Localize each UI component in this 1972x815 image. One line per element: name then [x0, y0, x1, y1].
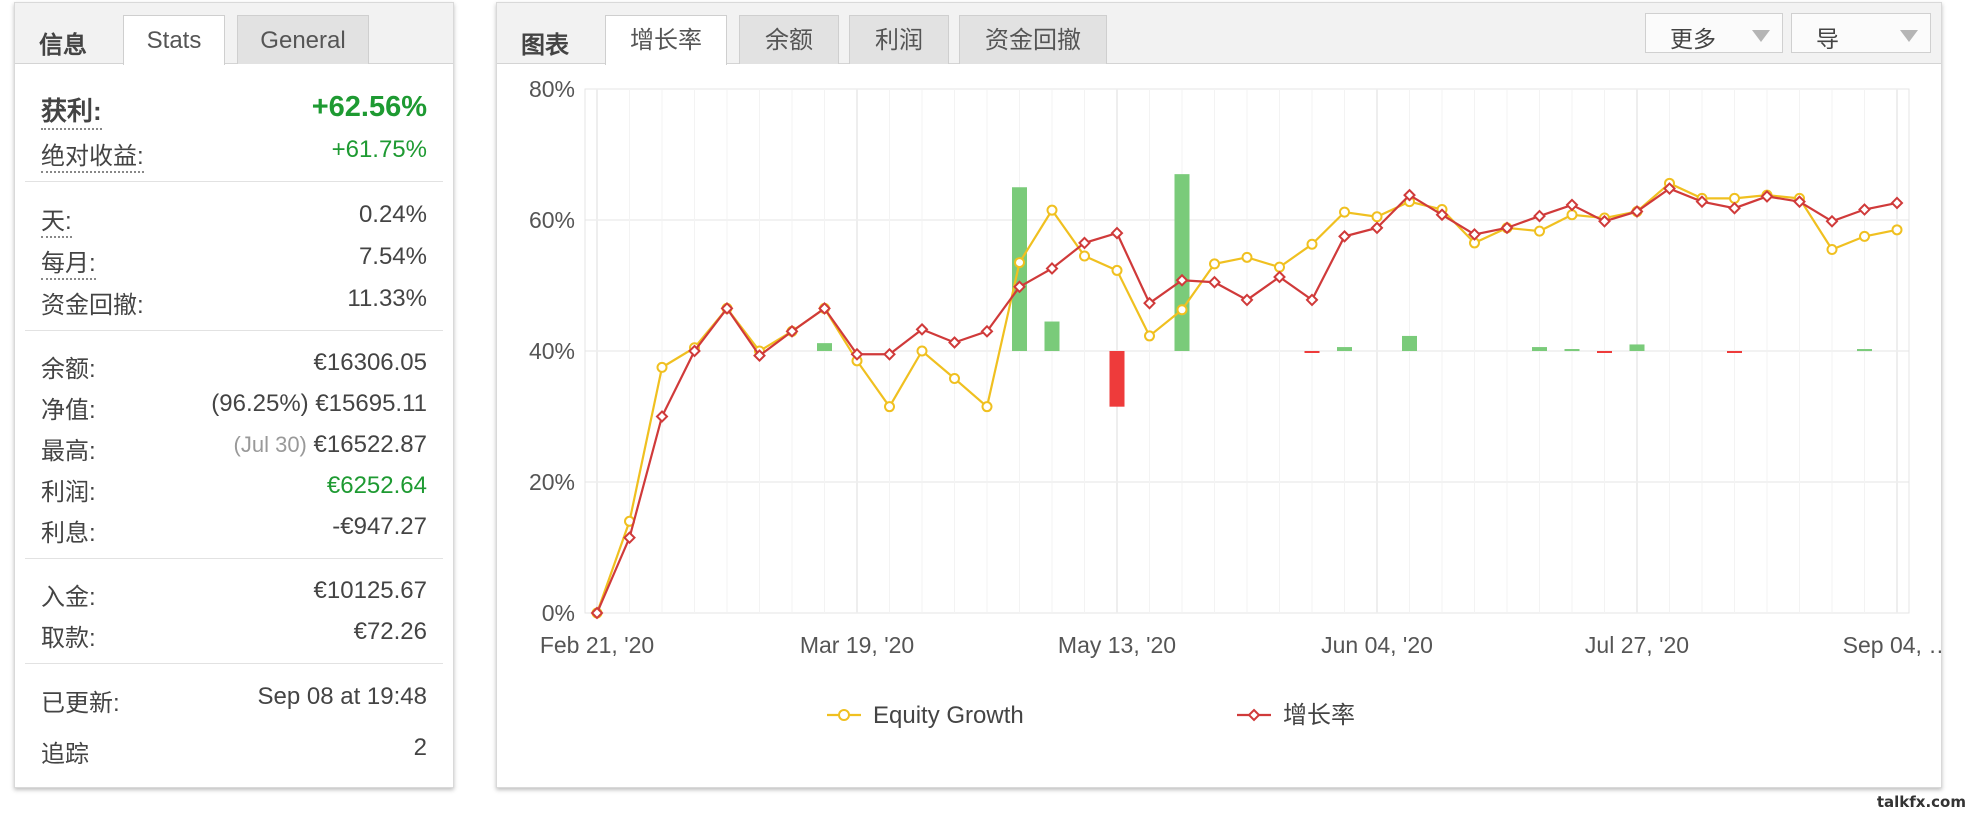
equity-point — [1176, 304, 1188, 316]
daily-bar — [1174, 174, 1190, 351]
equity-point — [1209, 258, 1220, 270]
equity-point — [1371, 211, 1383, 223]
interest-value: -€947.27 — [332, 513, 427, 540]
absolute-gain-value: +61.75% — [331, 136, 427, 163]
info-panel-title: 信息 — [39, 32, 87, 59]
profit-amount-value: €6252.64 — [326, 472, 427, 499]
equity-note: (96.25%) — [211, 390, 309, 417]
divider — [25, 663, 443, 664]
y-tick-label: 60% — [529, 207, 575, 233]
equity-point — [981, 401, 993, 413]
highest-value: €16522.87 — [313, 431, 427, 458]
highest-label: 最高: — [41, 438, 96, 465]
equity-point — [1079, 250, 1090, 262]
drawdown-value: 11.33% — [347, 285, 427, 312]
x-tick-label: May 13, '20 — [1058, 632, 1176, 658]
x-tick-label: Feb 21, '20 — [540, 632, 654, 658]
profit-label: 获利: — [41, 91, 102, 130]
daily-bar — [817, 343, 832, 351]
equity-point — [656, 361, 668, 373]
divider — [25, 558, 443, 559]
daily-bar — [1629, 344, 1645, 351]
highest-note: (Jul 30) — [233, 432, 307, 457]
daily-bar — [1597, 351, 1612, 353]
equity-point — [916, 345, 928, 357]
legend-growth-label: 增长率 — [1283, 702, 1355, 729]
profit-value: +62.56% — [311, 91, 427, 123]
divider — [25, 330, 443, 331]
equity-point — [1826, 243, 1838, 255]
x-tick-label: Jul 27, '20 — [1585, 632, 1689, 658]
daily-bar — [1402, 335, 1417, 351]
daily-bar — [1727, 351, 1742, 353]
updated-value: Sep 08 at 19:48 — [257, 683, 427, 710]
daily-bar — [1564, 349, 1580, 352]
equity-value: €15695.11 — [315, 390, 427, 417]
withdrawals-label: 取款: — [41, 625, 96, 652]
y-tick-label: 40% — [529, 338, 575, 364]
withdrawals-value: €72.26 — [353, 618, 427, 645]
y-tick-label: 0% — [542, 600, 575, 626]
daily-value: 0.24% — [358, 201, 427, 228]
info-tabbar: 信息 Stats General — [15, 3, 453, 65]
absolute-gain-label: 绝对收益: — [41, 136, 144, 173]
deposits-label: 入金: — [41, 584, 96, 611]
equity-label: 净值: — [41, 397, 96, 424]
tab-stats[interactable]: Stats — [123, 15, 225, 65]
daily-bar — [1337, 347, 1352, 351]
legend-growth-marker — [1247, 708, 1261, 722]
tab-general[interactable]: General — [237, 15, 369, 64]
balance-label: 余额: — [41, 356, 96, 383]
divider — [25, 181, 443, 182]
tracking-value: 2 — [413, 734, 427, 761]
equity-point — [1859, 230, 1870, 242]
balance-value: €16306.05 — [313, 349, 427, 376]
x-tick-label: Sep 04, … — [1843, 632, 1943, 658]
legend-equity-marker — [838, 709, 850, 721]
equity-point — [1241, 251, 1253, 263]
daily-bar — [1857, 349, 1872, 352]
equity-point — [1014, 257, 1025, 269]
y-tick-label: 80% — [529, 76, 575, 102]
equity-point — [1111, 264, 1123, 276]
daily-bar — [1044, 321, 1060, 351]
equity-point — [1566, 209, 1578, 221]
deposits-value: €10125.67 — [313, 577, 427, 604]
monthly-label: 每月: — [41, 243, 96, 280]
equity-point — [1891, 224, 1903, 236]
updated-label: 已更新: — [41, 690, 120, 717]
daily-bar — [1109, 351, 1125, 407]
equity-point — [949, 373, 960, 385]
equity-point — [1306, 238, 1318, 250]
equity-point — [1534, 225, 1545, 237]
drawdown-label: 资金回撤: — [41, 292, 144, 319]
daily-bar — [1304, 351, 1320, 353]
interest-label: 利息: — [41, 520, 96, 547]
daily-bar — [1012, 187, 1027, 351]
x-tick-label: Mar 19, '20 — [800, 632, 914, 658]
equity-point — [884, 401, 895, 413]
tracking-label: 追踪 — [41, 741, 89, 768]
legend-equity-label: Equity Growth — [873, 702, 1024, 729]
equity-point — [1274, 261, 1285, 273]
monthly-value: 7.54% — [358, 243, 427, 270]
chart-panel: 图表 增长率 余额 利润 资金回撤 更多 导 0% 20% 40% 60% 80% Feb… — [496, 2, 1943, 788]
daily-bar — [1532, 347, 1547, 351]
equity-point — [1729, 192, 1740, 204]
x-tick-label: Jun 04, '20 — [1321, 632, 1433, 658]
profit-amount-label: 利润: — [41, 479, 96, 506]
daily-label: 天: — [41, 201, 72, 238]
info-panel: 信息 Stats General 获利: +62.56% 绝对收益: +61.7… — [14, 2, 454, 788]
equity-point — [1046, 204, 1058, 216]
equity-point — [1144, 330, 1155, 342]
growth-chart: 0% 20% 40% 60% 80% Feb 21, '20 Mar 19, '20 May … — [529, 76, 1943, 729]
equity-point — [1339, 206, 1350, 218]
watermark: talkfx.com — [1876, 793, 1966, 811]
y-tick-label: 20% — [529, 469, 575, 495]
